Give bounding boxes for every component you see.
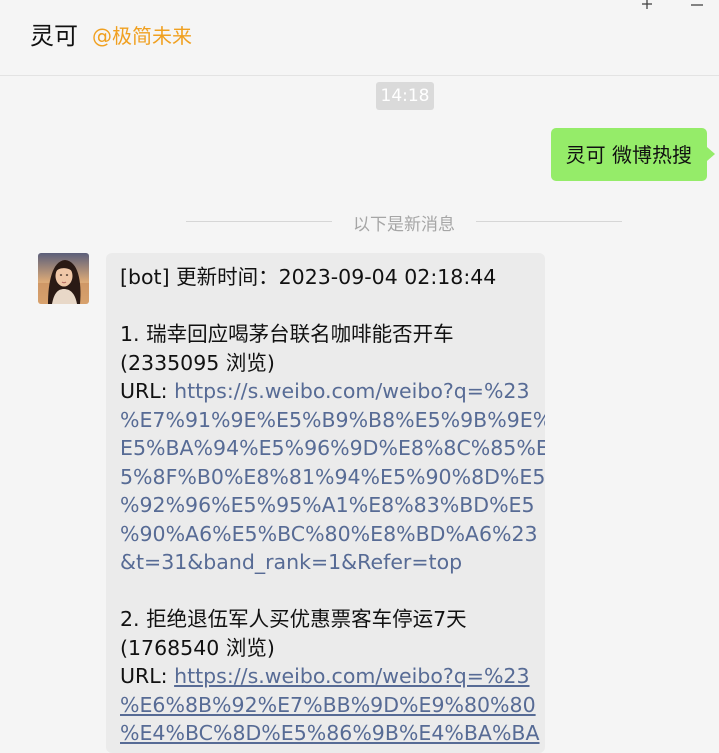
item-2-url-link-cont[interactable]: %E6%8B%92%E7%BB%9D%E9%80%80	[120, 691, 536, 720]
chat-header: 灵可 @极简未来	[0, 0, 719, 76]
item-1-url-link-cont[interactable]: %92%96%E5%95%A1%E8%83%BD%E5	[120, 491, 535, 520]
item-1-title: 1. 瑞幸回应喝茅台联名咖啡能否开车	[120, 322, 454, 346]
item-1-url-link[interactable]: https://s.weibo.com/weibo?q=%23	[174, 379, 529, 403]
item-1-url-link-cont[interactable]: %E7%91%9E%E5%B9%B8%E5%9B%9E%	[120, 406, 545, 435]
window-controls	[639, 0, 705, 10]
item-1-url-link-cont[interactable]: &t=31&band_rank=1&Refer=top	[120, 548, 531, 577]
divider-line-right	[476, 221, 622, 222]
message-timestamp: 14:18	[376, 82, 434, 110]
chat-subtitle[interactable]: @极简未来	[92, 20, 192, 49]
item-1-url-link-cont[interactable]: E5%BA%94%E5%96%9D%E8%8C%85%E	[120, 434, 545, 463]
bot-update-line: [bot] 更新时间：2023-09-04 02:18:44	[120, 265, 497, 289]
item-2-views: (1768540 浏览)	[120, 635, 275, 660]
item-1-url-link-cont[interactable]: 5%8F%B0%E8%81%94%E5%90%8D%E5	[120, 463, 545, 492]
item-1-url-line: URL: https://s.weibo.com/weibo?q=%23	[120, 377, 531, 406]
divider-label: 以下是新消息	[353, 215, 455, 235]
outgoing-message: 灵可 微博热搜	[550, 128, 716, 181]
pin-icon[interactable]	[639, 0, 655, 10]
outgoing-bubble[interactable]: 灵可 微博热搜	[550, 128, 716, 181]
divider-line-left	[186, 221, 332, 222]
url-label: URL:	[120, 664, 175, 688]
minimize-icon[interactable]	[689, 0, 705, 10]
item-2-title: 2. 拒绝退伍军人买优惠票客车停运7天	[120, 607, 467, 631]
sender-avatar[interactable]	[38, 253, 89, 304]
url-label: URL:	[120, 379, 175, 403]
item-2-url-link-cont[interactable]: %E4%BC%8D%E5%86%9B%E4%BA%BA	[120, 719, 540, 748]
item-1-views: (2335095 浏览)	[120, 350, 275, 375]
item-2-url-line: URL: https://s.weibo.com/weibo?q=%23	[120, 662, 531, 691]
chat-title: 灵可	[30, 22, 78, 50]
new-messages-divider: 以下是新消息	[186, 208, 622, 235]
incoming-bubble[interactable]: [bot] 更新时间：2023-09-04 02:18:44 1. 瑞幸回应喝茅…	[106, 253, 545, 753]
item-1-url-link-cont[interactable]: %90%A6%E5%BC%80%E8%BD%A6%23	[120, 520, 538, 549]
item-2-url-link[interactable]: https://s.weibo.com/weibo?q=%23	[174, 664, 529, 688]
